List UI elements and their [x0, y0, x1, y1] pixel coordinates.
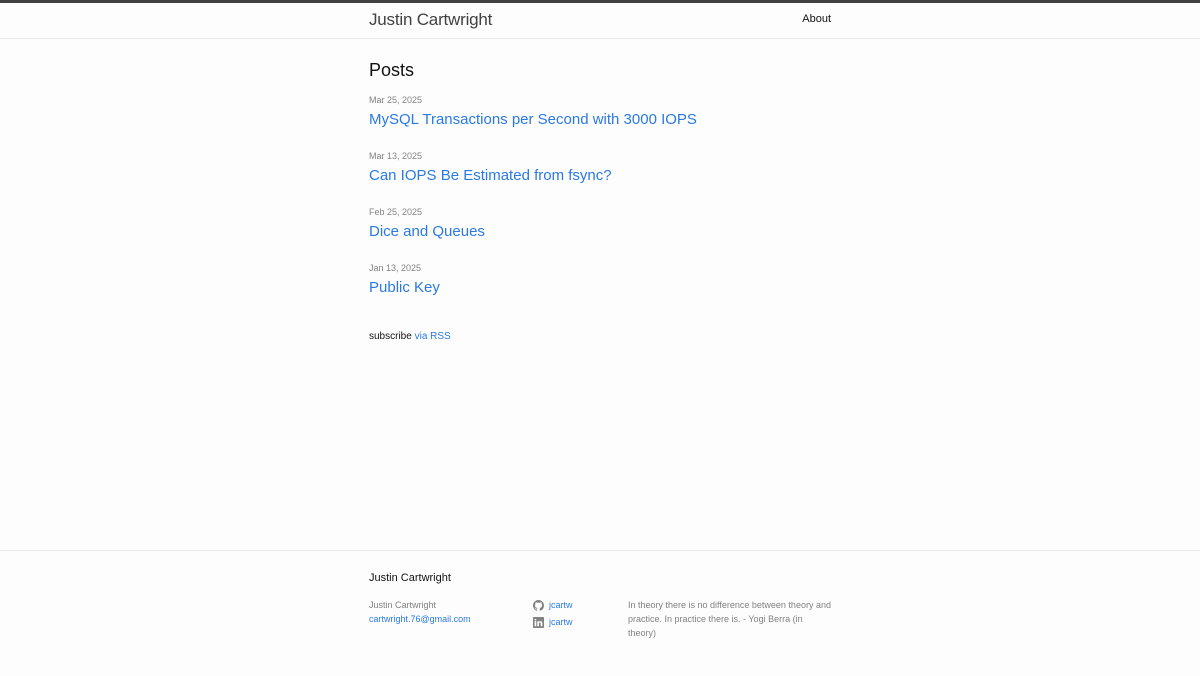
footer-email-link[interactable]: cartwright.76@gmail.com	[369, 614, 471, 624]
site-footer: Justin Cartwright Justin Cartwright cart…	[0, 550, 1200, 676]
footer-quote: In theory there is no difference between…	[628, 600, 831, 638]
rss-prefix: subscribe	[369, 331, 412, 342]
post-list-item: Jan 13, 2025 Public Key	[369, 263, 831, 319]
nav-link-about[interactable]: About	[802, 13, 831, 25]
site-title-link[interactable]: Justin Cartwright	[369, 10, 492, 30]
post-list-item: Mar 25, 2025 MySQL Transactions per Seco…	[369, 95, 831, 151]
post-title-link[interactable]: MySQL Transactions per Second with 3000 …	[369, 111, 697, 128]
post-list-item: Feb 25, 2025 Dice and Queues	[369, 207, 831, 263]
linkedin-link[interactable]: jcartw	[549, 614, 573, 631]
footer-contact: Justin Cartwright cartwright.76@gmail.co…	[369, 598, 471, 626]
post-title-link[interactable]: Can IOPS Be Estimated from fsync?	[369, 167, 612, 184]
footer-name: Justin Cartwright	[369, 600, 437, 610]
rss-subscribe: subscribe via RSS	[369, 331, 451, 342]
post-list-item: Mar 13, 2025 Can IOPS Be Estimated from …	[369, 151, 831, 207]
post-title-link[interactable]: Public Key	[369, 279, 440, 296]
posts-heading: Posts	[369, 60, 415, 80]
post-list: Mar 25, 2025 MySQL Transactions per Seco…	[369, 95, 831, 319]
footer-social: jcartw jcartw	[533, 597, 573, 631]
social-linkedin: jcartw	[533, 614, 573, 631]
rss-link[interactable]: via RSS	[415, 331, 451, 342]
post-date: Feb 25, 2025	[369, 207, 423, 217]
post-date: Mar 13, 2025	[369, 151, 423, 161]
post-date: Mar 25, 2025	[369, 95, 423, 105]
footer-heading: Justin Cartwright	[369, 572, 451, 584]
site-header: Justin Cartwright About	[0, 3, 1200, 39]
post-title-link[interactable]: Dice and Queues	[369, 223, 485, 240]
social-github: jcartw	[533, 597, 573, 614]
post-date: Jan 13, 2025	[369, 263, 422, 273]
github-link[interactable]: jcartw	[549, 597, 573, 614]
main-content: Posts Mar 25, 2025 MySQL Transactions pe…	[0, 39, 1200, 550]
github-icon	[533, 600, 544, 611]
linkedin-icon	[533, 617, 544, 628]
